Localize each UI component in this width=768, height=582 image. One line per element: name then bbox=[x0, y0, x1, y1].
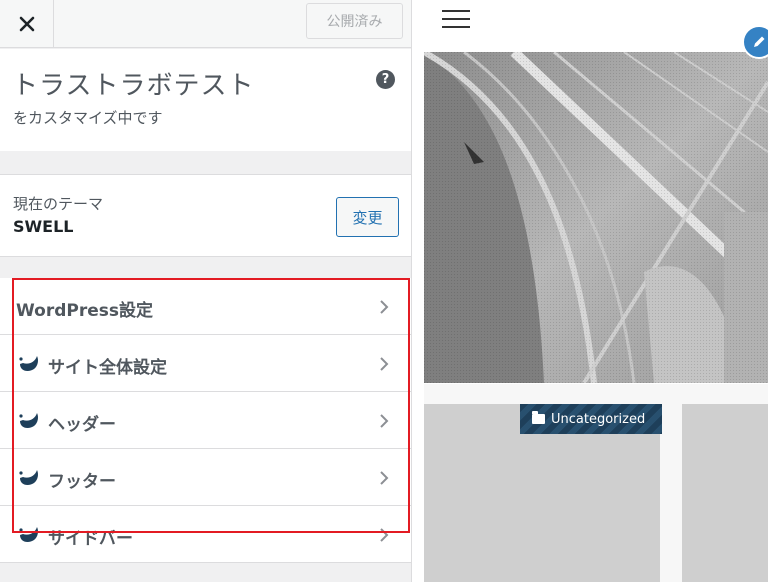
chevron-right-icon bbox=[380, 414, 389, 428]
swell-logo-icon bbox=[19, 527, 38, 543]
chevron-right-icon bbox=[380, 528, 389, 542]
chevron-right-icon bbox=[380, 357, 389, 371]
hamburger-menu-icon[interactable] bbox=[442, 8, 470, 30]
customizer-info: トラストラボテスト をカスタマイズ中です ? bbox=[0, 49, 411, 151]
swell-logo-icon bbox=[19, 470, 38, 486]
post-list: Uncategorized bbox=[424, 384, 768, 582]
change-theme-button[interactable]: 変更 bbox=[336, 197, 399, 237]
customizing-subtitle: をカスタマイズ中です bbox=[13, 109, 163, 127]
customizer-panel: 公開済み トラストラボテスト をカスタマイズ中です ? 現在のテーマ SWELL… bbox=[0, 0, 412, 582]
menu-item-header[interactable]: ヘッダー bbox=[0, 392, 411, 449]
post-card[interactable] bbox=[682, 404, 768, 582]
chevron-right-icon bbox=[380, 300, 389, 314]
swell-logo-icon bbox=[19, 413, 38, 429]
chevron-right-icon bbox=[380, 471, 389, 485]
edit-shortcut-button[interactable] bbox=[742, 25, 768, 59]
publish-button[interactable]: 公開済み bbox=[306, 3, 403, 39]
current-theme-section: 現在のテーマ SWELL 変更 bbox=[0, 174, 411, 257]
close-icon bbox=[19, 16, 34, 32]
menu-item-label: WordPress設定 bbox=[16, 301, 153, 321]
menu-item-footer[interactable]: フッター bbox=[0, 449, 411, 506]
site-preview: Uncategorized bbox=[424, 0, 768, 582]
swell-logo-icon bbox=[19, 356, 38, 372]
current-theme-label: 現在のテーマ bbox=[13, 195, 104, 213]
menu-item-label: フッター bbox=[48, 472, 116, 492]
customizer-menu: WordPress設定 サイト全体設定 ヘッダー フッター サイドバー bbox=[0, 278, 411, 563]
category-label: Uncategorized bbox=[551, 411, 646, 427]
menu-item-label: サイドバー bbox=[48, 529, 133, 549]
help-icon[interactable]: ? bbox=[376, 70, 395, 89]
category-badge[interactable]: Uncategorized bbox=[520, 404, 662, 434]
site-title: トラストラボテスト bbox=[12, 71, 255, 101]
menu-item-sidebar[interactable]: サイドバー bbox=[0, 506, 411, 563]
menu-item-label: サイト全体設定 bbox=[48, 358, 167, 378]
folder-icon bbox=[532, 411, 545, 424]
pencil-icon bbox=[754, 36, 765, 47]
menu-item-wordpress-settings[interactable]: WordPress設定 bbox=[0, 278, 411, 335]
close-button[interactable] bbox=[0, 0, 54, 48]
menu-item-site-settings[interactable]: サイト全体設定 bbox=[0, 335, 411, 392]
theme-name: SWELL bbox=[13, 217, 74, 236]
customizer-header: 公開済み bbox=[0, 0, 411, 48]
menu-item-label: ヘッダー bbox=[48, 415, 116, 435]
hero-image bbox=[424, 52, 768, 383]
